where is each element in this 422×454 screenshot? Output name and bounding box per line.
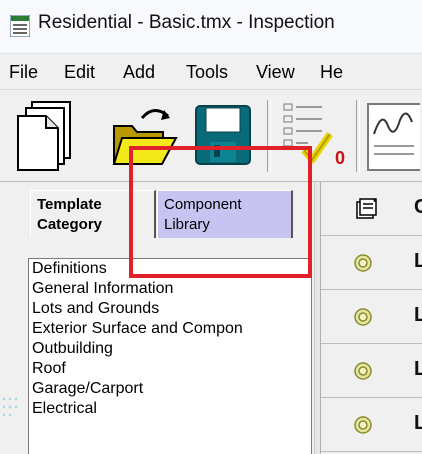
- tab-label: Component Library: [164, 196, 242, 233]
- tab-template-category[interactable]: Template Category: [30, 190, 156, 238]
- save-icon[interactable]: [194, 104, 252, 166]
- row-label: L: [414, 412, 422, 434]
- row-label: L: [414, 358, 422, 380]
- properties-icon[interactable]: [355, 196, 379, 220]
- component-row[interactable]: L: [321, 398, 422, 452]
- row-label: L: [414, 304, 422, 326]
- app-icon: [10, 15, 30, 37]
- component-icon: [354, 308, 372, 326]
- menu-help[interactable]: He: [320, 62, 343, 83]
- menu-edit[interactable]: Edit: [64, 62, 95, 83]
- toolbar: 0: [0, 90, 422, 182]
- list-item[interactable]: Exterior Surface and Compon: [29, 319, 311, 339]
- signature-icon[interactable]: [364, 100, 420, 174]
- component-panel: C L L L L: [320, 182, 422, 454]
- category-list[interactable]: Definitions General Information Lots and…: [28, 258, 312, 454]
- menu-bar: File Edit Add Tools View He: [0, 54, 422, 90]
- header-label: C: [414, 196, 422, 218]
- list-item[interactable]: Lots and Grounds: [29, 299, 311, 319]
- window-title: Residential - Basic.tmx - Inspection: [38, 12, 335, 33]
- toolbar-separator: [267, 100, 271, 172]
- title-bar: Residential - Basic.tmx - Inspection: [0, 0, 422, 54]
- list-item[interactable]: Electrical: [29, 399, 311, 419]
- dotted-decoration: [2, 397, 18, 417]
- menu-view[interactable]: View: [256, 62, 295, 83]
- warning-count: 0: [335, 148, 346, 168]
- component-row[interactable]: L: [321, 290, 422, 344]
- list-item[interactable]: Garage/Carport: [29, 379, 311, 399]
- component-icon: [354, 254, 372, 272]
- tab-label: Template Category: [37, 196, 103, 233]
- list-item[interactable]: Definitions: [29, 259, 311, 279]
- menu-tools[interactable]: Tools: [186, 62, 228, 83]
- component-row[interactable]: L: [321, 344, 422, 398]
- row-label: L: [414, 250, 422, 272]
- list-item[interactable]: Outbuilding: [29, 339, 311, 359]
- toolbar-separator: [356, 100, 360, 172]
- component-row[interactable]: L: [321, 236, 422, 290]
- list-item[interactable]: General Information: [29, 279, 311, 299]
- new-document-icon[interactable]: [14, 100, 74, 174]
- component-icon: [354, 362, 372, 380]
- tab-component-library[interactable]: Component Library: [157, 190, 293, 238]
- component-icon: [354, 416, 372, 434]
- list-item[interactable]: Roof: [29, 359, 311, 379]
- right-header-row: C: [321, 182, 422, 236]
- menu-file[interactable]: File: [9, 62, 38, 83]
- menu-add[interactable]: Add: [123, 62, 155, 83]
- open-folder-icon[interactable]: [112, 104, 178, 168]
